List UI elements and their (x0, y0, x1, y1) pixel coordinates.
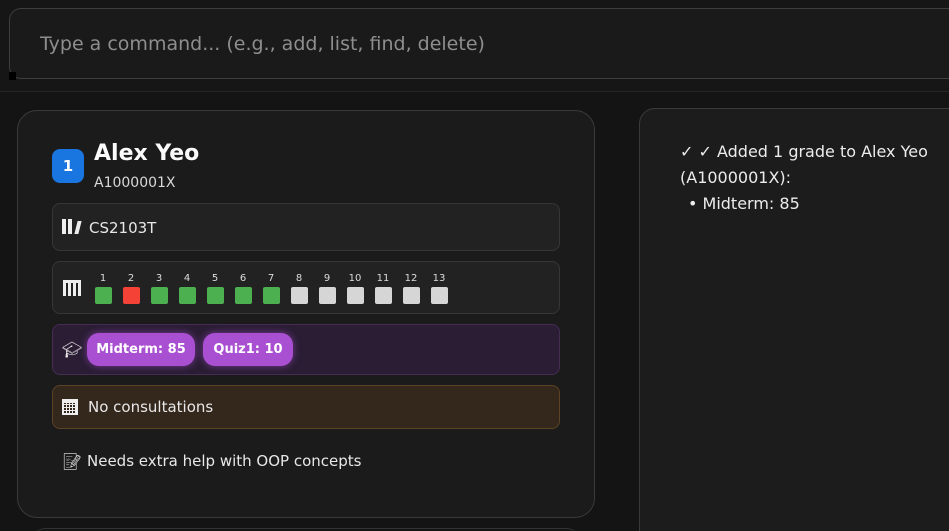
command-input[interactable] (9, 8, 949, 79)
attendance-week: 5 (206, 272, 224, 304)
week-status-box-present[interactable] (150, 287, 168, 304)
attendance-week: 10 (346, 272, 364, 304)
week-number: 1 (99, 273, 107, 284)
consultation-status: No consultations (88, 398, 214, 416)
week-status-box-absent[interactable] (122, 287, 140, 304)
week-number: 12 (404, 273, 418, 284)
attendance-week: 3 (150, 272, 168, 304)
week-number: 13 (432, 273, 446, 284)
result-message: ✓ ✓ Added 1 grade to Alex Yeo (A1000001X… (680, 142, 928, 187)
student-id: A1000001X (94, 175, 176, 191)
attendance-week: 4 (178, 272, 196, 304)
week-status-box-present[interactable] (262, 287, 280, 304)
attendance-week: 2 (122, 272, 140, 304)
attendance-week: 9 (318, 272, 336, 304)
attendance-week: 6 (234, 272, 252, 304)
calendar-icon (62, 399, 78, 415)
week-number: 8 (295, 273, 303, 284)
course-row: CS2103T (52, 203, 560, 251)
attendance-bars-icon (63, 280, 81, 296)
week-status-box-unmarked[interactable] (430, 287, 448, 304)
books-icon (62, 219, 82, 234)
command-bar (0, 0, 949, 92)
week-number: 3 (155, 273, 163, 284)
grade-chip-midterm[interactable]: Midterm: 85 (87, 333, 195, 366)
grade-chip-quiz1[interactable]: Quiz1: 10 (203, 333, 293, 366)
attendance-week: 1 (94, 272, 112, 304)
grades-row: 🎓︎ Midterm: 85 Quiz1: 10 (52, 324, 560, 375)
attendance-weeks: 1 2 3 4 5 6 7 8 9 10 11 12 13 (94, 272, 448, 304)
week-status-box-present[interactable] (94, 287, 112, 304)
week-status-box-unmarked[interactable] (290, 287, 308, 304)
week-status-box-unmarked[interactable] (374, 287, 392, 304)
student-card[interactable]: 1 Alex Yeo A1000001X CS2103T 1 2 3 4 5 6 7 8 9 10… (17, 110, 595, 518)
attendance-week: 8 (290, 272, 308, 304)
week-number: 7 (267, 273, 275, 284)
attendance-row: 1 2 3 4 5 6 7 8 9 10 11 12 13 (52, 261, 560, 314)
week-number: 9 (323, 273, 331, 284)
memo-icon: 📝︎ (62, 452, 83, 471)
week-number: 6 (239, 273, 247, 284)
attendance-week: 7 (262, 272, 280, 304)
week-status-box-unmarked[interactable] (318, 287, 336, 304)
week-number: 2 (127, 273, 135, 284)
student-name: Alex Yeo (94, 141, 200, 166)
student-note: Needs extra help with OOP concepts (87, 452, 362, 470)
attendance-week: 11 (374, 272, 392, 304)
week-number: 4 (183, 273, 191, 284)
week-status-box-present[interactable] (206, 287, 224, 304)
index-badge: 1 (52, 149, 84, 183)
week-status-box-present[interactable] (234, 287, 252, 304)
result-bullet: • Midterm: 85 (688, 194, 800, 213)
attendance-week: 12 (402, 272, 420, 304)
course-code: CS2103T (89, 219, 157, 237)
week-number: 10 (348, 273, 362, 284)
week-number: 5 (211, 273, 219, 284)
week-status-box-unmarked[interactable] (346, 287, 364, 304)
result-panel: ✓ ✓ Added 1 grade to Alex Yeo (A1000001X… (639, 108, 949, 531)
week-status-box-unmarked[interactable] (402, 287, 420, 304)
attendance-week: 13 (430, 272, 448, 304)
graduation-cap-icon: 🎓︎ (62, 340, 83, 359)
week-status-box-present[interactable] (178, 287, 196, 304)
week-number: 11 (376, 273, 390, 284)
consultation-row: No consultations (52, 385, 560, 429)
command-input-edge (9, 72, 16, 80)
